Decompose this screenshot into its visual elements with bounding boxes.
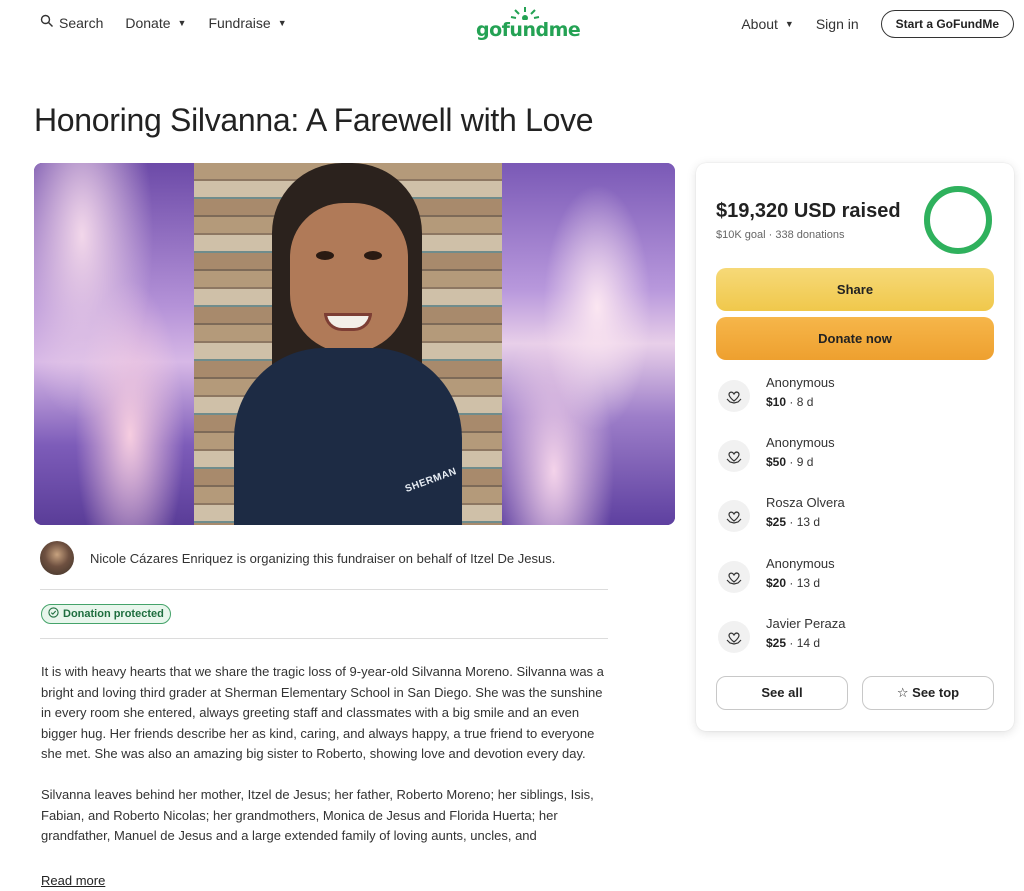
donor-name: Rosza Olvera bbox=[766, 495, 845, 510]
progress-ring-fill bbox=[924, 186, 992, 254]
portrait-eye-left bbox=[316, 251, 334, 260]
nav-right: About ▼ Sign in Start a GoFundMe bbox=[741, 10, 1014, 38]
heart-hands-icon bbox=[718, 440, 750, 472]
story-fade-overlay bbox=[41, 850, 609, 872]
organizer-text: Nicole Cázares Enriquez is organizing th… bbox=[90, 550, 556, 566]
donor-list-item: Anonymous $10 · 8 d bbox=[716, 375, 994, 415]
donor-amount: $50 bbox=[766, 455, 787, 469]
search-label: Search bbox=[59, 14, 104, 31]
sky-background-right bbox=[502, 163, 675, 525]
organizer-row: Nicole Cázares Enriquez is organizing th… bbox=[40, 541, 555, 575]
donate-menu-label: Donate bbox=[125, 14, 171, 31]
chevron-down-icon: ▼ bbox=[277, 17, 287, 28]
story-paragraph: Silvanna leaves behind her mother, Itzel… bbox=[41, 786, 594, 844]
donor-amount-line: $50 · 9 d bbox=[766, 455, 814, 469]
portrait-eye-right bbox=[364, 251, 382, 260]
heart-hands-icon bbox=[718, 380, 750, 412]
goal-line: $10K goal · 338 donations bbox=[716, 229, 844, 241]
heart-hands-icon bbox=[718, 561, 750, 593]
fundraise-menu-label: Fundraise bbox=[208, 14, 271, 31]
donor-list-item: Anonymous $20 · 13 d bbox=[716, 556, 994, 596]
donor-time: 13 d bbox=[796, 576, 821, 590]
divider bbox=[40, 638, 608, 639]
portrait-photo: SHERMAN bbox=[194, 163, 502, 525]
donation-protected-badge[interactable]: Donation protected bbox=[41, 604, 171, 624]
progress-ring bbox=[924, 186, 992, 254]
sign-in-link[interactable]: Sign in bbox=[816, 16, 859, 32]
fundraise-menu[interactable]: Fundraise ▼ bbox=[208, 15, 286, 31]
badge-label: Donation protected bbox=[63, 608, 164, 620]
share-button[interactable]: Share bbox=[716, 268, 994, 311]
donor-amount: $25 bbox=[766, 636, 787, 650]
see-all-button[interactable]: See all bbox=[716, 676, 848, 710]
donor-time: 8 d bbox=[796, 395, 814, 409]
donor-amount: $20 bbox=[766, 576, 787, 590]
divider bbox=[40, 589, 608, 590]
donor-name: Javier Peraza bbox=[766, 616, 846, 631]
donor-amount-line: $25 · 14 d bbox=[766, 636, 821, 650]
organizer-avatar[interactable] bbox=[40, 541, 74, 575]
donation-count: 338 donations bbox=[775, 229, 845, 241]
donor-name: Anonymous bbox=[766, 435, 835, 450]
donor-time: 9 d bbox=[796, 455, 814, 469]
start-gofundme-button[interactable]: Start a GoFundMe bbox=[880, 10, 1014, 38]
donor-amount-line: $25 · 13 d bbox=[766, 515, 821, 529]
donor-list-item: Javier Peraza $25 · 14 d bbox=[716, 616, 994, 656]
campaign-hero-image[interactable]: SHERMAN bbox=[34, 163, 675, 525]
page-title: Honoring Silvanna: A Farewell with Love bbox=[34, 102, 594, 138]
campaign-story: It is with heavy hearts that we share th… bbox=[41, 662, 609, 867]
donate-menu[interactable]: Donate ▼ bbox=[125, 15, 186, 31]
sky-background-left bbox=[34, 163, 194, 525]
donor-amount-line: $20 · 13 d bbox=[766, 576, 821, 590]
about-menu[interactable]: About ▼ bbox=[741, 16, 794, 32]
search-icon bbox=[40, 14, 54, 31]
see-top-label: See top bbox=[912, 685, 960, 700]
nav-left: Search Donate ▼ Fundraise ▼ bbox=[40, 14, 287, 31]
read-more-link[interactable]: Read more bbox=[41, 873, 105, 888]
donation-panel: $19,320 USD raised $10K goal · 338 donat… bbox=[696, 163, 1014, 731]
donor-list-item: Rosza Olvera $25 · 13 d bbox=[716, 495, 994, 535]
search-link[interactable]: Search bbox=[40, 14, 103, 31]
see-top-button[interactable]: ☆ See top bbox=[862, 676, 994, 710]
shield-check-icon bbox=[48, 607, 59, 621]
donor-list-item: Anonymous $50 · 9 d bbox=[716, 435, 994, 475]
logo-text: gofundme bbox=[476, 19, 581, 41]
sunburst-icon bbox=[510, 7, 540, 20]
about-menu-label: About bbox=[741, 16, 778, 32]
goal-label: $10K goal bbox=[716, 229, 766, 241]
heart-hands-icon bbox=[718, 621, 750, 653]
story-paragraph: It is with heavy hearts that we share th… bbox=[41, 664, 604, 762]
donor-amount-line: $10 · 8 d bbox=[766, 395, 814, 409]
donor-name: Anonymous bbox=[766, 556, 835, 571]
donor-amount: $25 bbox=[766, 515, 787, 529]
donor-amount: $10 bbox=[766, 395, 787, 409]
site-header: Search Donate ▼ Fundraise ▼ gofundme Abo… bbox=[0, 0, 1024, 48]
chevron-down-icon: ▼ bbox=[784, 19, 794, 29]
chevron-down-icon: ▼ bbox=[177, 17, 187, 28]
gofundme-logo[interactable]: gofundme bbox=[476, 6, 581, 42]
heart-hands-icon bbox=[718, 500, 750, 532]
donor-time: 14 d bbox=[796, 636, 821, 650]
donate-now-button[interactable]: Donate now bbox=[716, 317, 994, 360]
portrait-jacket bbox=[234, 348, 462, 525]
star-icon: ☆ bbox=[896, 685, 909, 700]
donor-time: 13 d bbox=[796, 515, 821, 529]
donor-name: Anonymous bbox=[766, 375, 835, 390]
amount-raised: $19,320 USD raised bbox=[716, 200, 901, 222]
